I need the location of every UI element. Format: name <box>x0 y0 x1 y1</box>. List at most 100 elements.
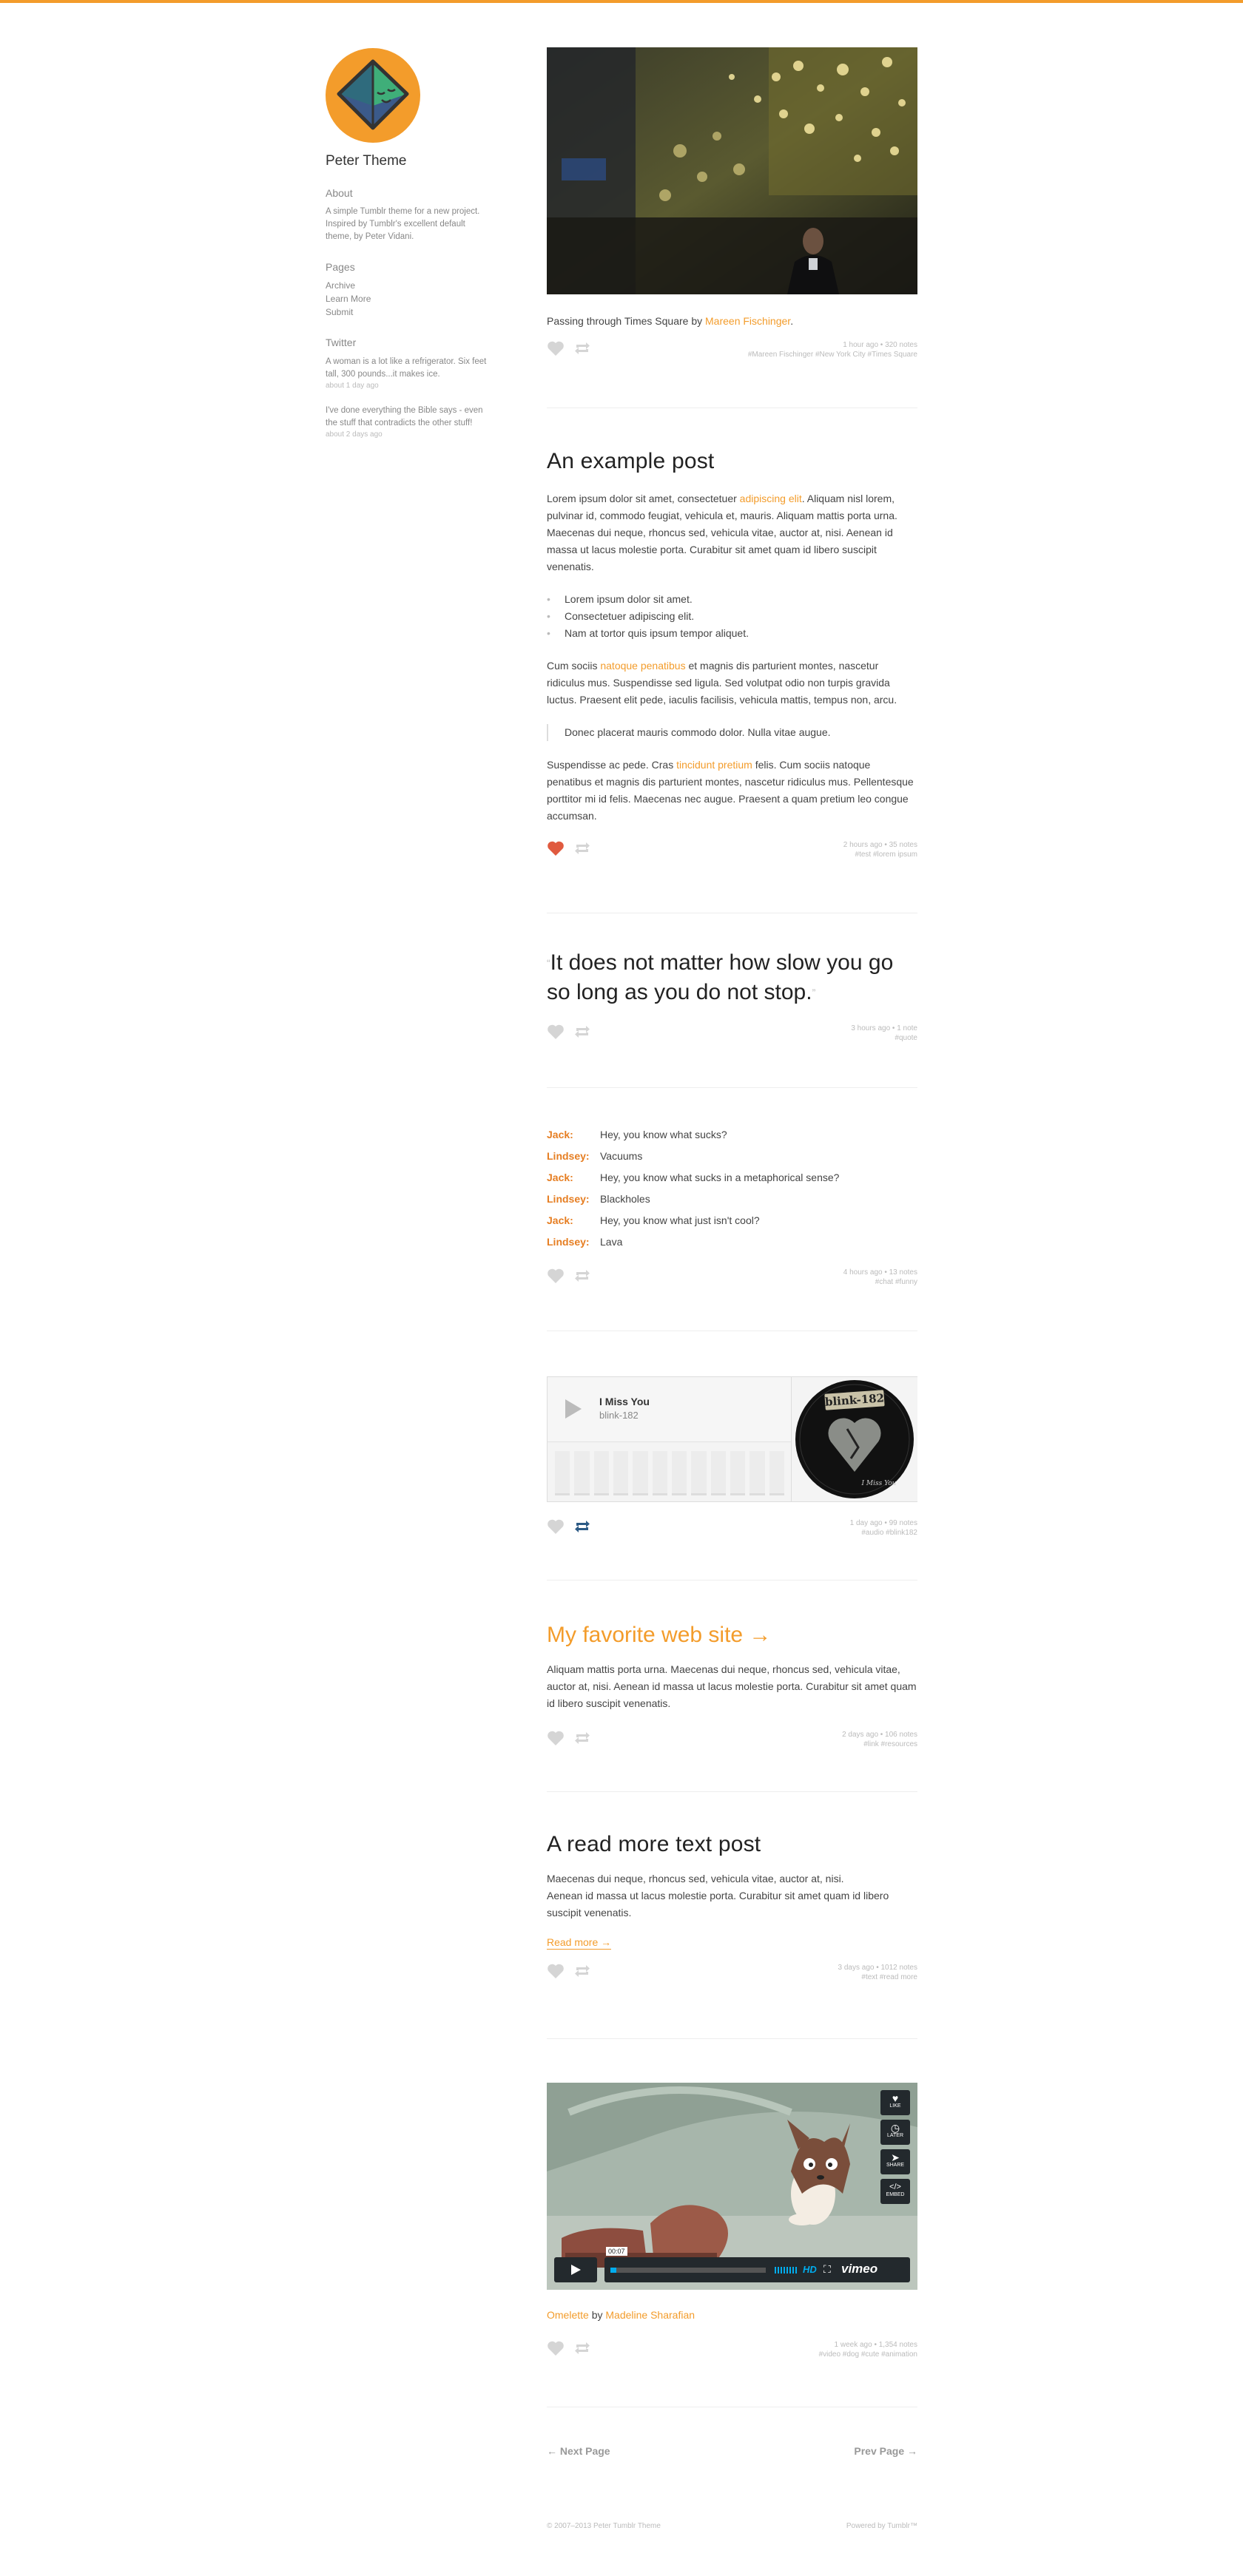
post-tags[interactable]: #text #read more <box>838 1972 917 1982</box>
like-heart-icon[interactable] <box>547 1518 565 1535</box>
paragraph: Aenean id massa ut lacus molestie porta.… <box>547 1890 889 1919</box>
post-title[interactable]: A read more text post <box>547 1832 917 1857</box>
hd-toggle[interactable]: HD <box>803 2264 817 2275</box>
bullet-list: Lorem ipsum dolor sit amet. Consectetuer… <box>547 591 917 642</box>
video-title-link[interactable]: Omelette <box>547 2309 589 2321</box>
chat-text: Blackholes <box>600 1193 650 1205</box>
audio-header: I Miss You blink-182 <box>548 1377 791 1442</box>
post-time-notes[interactable]: 3 hours ago • 1 note <box>851 1024 917 1033</box>
volume-icon[interactable] <box>775 2267 797 2274</box>
post-tags[interactable]: #Mareen Fischinger #New York City #Times… <box>748 350 917 359</box>
inline-link[interactable]: tincidunt pretium <box>676 759 752 771</box>
photo-post: Passing through Times Square by Mareen F… <box>547 47 917 365</box>
like-heart-icon[interactable] <box>547 840 565 856</box>
post-footer: 1 week ago • 1,354 notes #video #dog #cu… <box>547 2340 917 2365</box>
post-time-notes[interactable]: 1 hour ago • 320 notes <box>748 340 917 350</box>
page-link-learn-more[interactable]: Learn More <box>326 292 492 305</box>
video-player[interactable]: ♥ LIKE ◷ LATER ➤ SHARE </> EMBED 00:07 HD ⛶ … <box>547 2083 917 2290</box>
tweet-text: I've done everything the Bible says - ev… <box>326 406 483 427</box>
inline-link[interactable]: natoque penatibus <box>600 660 685 672</box>
post-meta: 2 days ago • 106 notes #link #resources <box>842 1730 917 1749</box>
like-heart-icon[interactable] <box>547 1963 565 1979</box>
page-link-submit[interactable]: Submit <box>326 305 492 319</box>
post-tags[interactable]: #video #dog #cute #animation <box>819 2350 917 2359</box>
read-more-post: A read more text post Maecenas dui neque… <box>547 1832 917 1988</box>
code-icon: </> <box>889 2183 901 2191</box>
link-title[interactable]: My favorite web site → <box>547 1623 917 1648</box>
vimeo-logo[interactable]: vimeo <box>841 2262 877 2276</box>
post-actions <box>547 340 591 356</box>
footer: © 2007–2013 Peter Tumblr Theme Powered b… <box>547 2522 917 2530</box>
video-timestamp: 00:07 <box>606 2247 627 2256</box>
vimeo-later-button[interactable]: ◷ LATER <box>880 2120 910 2145</box>
post-time-notes[interactable]: 2 days ago • 106 notes <box>842 1730 917 1740</box>
video-play-button[interactable] <box>554 2257 597 2282</box>
chat-speaker: Lindsey: <box>547 1236 590 1248</box>
video-control-bar: 00:07 HD ⛶ vimeo <box>604 2247 910 2282</box>
reblog-icon[interactable] <box>573 1731 591 1745</box>
post-time-notes[interactable]: 1 day ago • 99 notes <box>850 1518 917 1528</box>
chat-line: Lindsey: Vacuums <box>547 1146 917 1167</box>
read-more-link[interactable]: Read more → <box>547 1936 612 1950</box>
chat-line: Lindsey: Blackholes <box>547 1189 917 1210</box>
tweet-time[interactable]: about 2 days ago <box>326 430 492 440</box>
like-heart-icon[interactable] <box>547 1024 565 1040</box>
video-author-link[interactable]: Madeline Sharafian <box>605 2309 695 2321</box>
next-page-link[interactable]: ← Next Page <box>547 2445 610 2457</box>
reblog-icon[interactable] <box>573 1964 591 1978</box>
pages-heading: Pages <box>326 261 355 273</box>
post-time-notes[interactable]: 4 hours ago • 13 notes <box>843 1268 917 1277</box>
caption-text: by <box>588 2309 606 2321</box>
post-divider <box>547 1791 917 1792</box>
tweet-time[interactable]: about 1 day ago <box>326 381 492 391</box>
reblog-icon[interactable] <box>573 841 591 856</box>
like-heart-icon[interactable] <box>547 1730 565 1746</box>
post-divider <box>547 1087 917 1088</box>
audio-waveform[interactable] <box>555 1451 784 1495</box>
post-title[interactable]: An example post <box>547 449 917 474</box>
reblog-icon[interactable] <box>573 1024 591 1039</box>
post-meta: 1 week ago • 1,354 notes #video #dog #cu… <box>819 2340 917 2359</box>
vimeo-embed-button[interactable]: </> EMBED <box>880 2179 910 2204</box>
video-caption: Omelette by Madeline Sharafian <box>547 2309 917 2321</box>
post-photo[interactable] <box>547 47 917 294</box>
post-time-notes[interactable]: 1 week ago • 1,354 notes <box>819 2340 917 2350</box>
share-icon: ➤ <box>891 2151 900 2163</box>
post-time-notes[interactable]: 3 days ago • 1012 notes <box>838 1963 917 1972</box>
post-time-notes[interactable]: 2 hours ago • 35 notes <box>843 840 917 850</box>
vimeo-share-button[interactable]: ➤ SHARE <box>880 2149 910 2174</box>
chat-text: Hey, you know what just isn't cool? <box>600 1214 760 1226</box>
reblog-icon[interactable] <box>573 1519 591 1534</box>
post-tags[interactable]: #audio #blink182 <box>850 1528 917 1538</box>
prev-page-link[interactable]: Prev Page → <box>854 2445 917 2457</box>
copyright-text: © 2007–2013 Peter Tumblr Theme <box>547 2522 661 2530</box>
pages-list: Archive Learn More Submit <box>326 279 492 319</box>
post-divider <box>547 2038 917 2039</box>
post-tags[interactable]: #test #lorem ipsum <box>843 850 917 859</box>
link-post: My favorite web site → Aliquam mattis po… <box>547 1623 917 1755</box>
blog-title[interactable]: Peter Theme <box>326 153 492 169</box>
fullscreen-icon[interactable]: ⛶ <box>823 2263 831 2276</box>
clock-icon: ◷ <box>890 2122 900 2134</box>
like-heart-icon[interactable] <box>547 340 565 356</box>
chat-speaker: Jack: <box>547 1172 573 1183</box>
like-heart-icon[interactable] <box>547 2340 565 2356</box>
post-meta: 2 hours ago • 35 notes #test #lorem ipsu… <box>843 840 917 859</box>
reblog-icon[interactable] <box>573 341 591 356</box>
reblog-icon[interactable] <box>573 2341 591 2356</box>
post-actions <box>547 1518 591 1535</box>
post-tags[interactable]: #chat #funny <box>843 1277 917 1287</box>
inline-link[interactable]: adipiscing elit <box>740 493 802 504</box>
post-tags[interactable]: #link #resources <box>842 1740 917 1749</box>
play-icon[interactable] <box>565 1399 582 1419</box>
video-progress-track[interactable] <box>610 2268 766 2273</box>
avatar[interactable] <box>326 48 420 143</box>
like-heart-icon[interactable] <box>547 1268 565 1284</box>
post-tags[interactable]: #quote <box>851 1033 917 1043</box>
photographer-link[interactable]: Mareen Fischinger <box>705 315 790 327</box>
page-link-archive[interactable]: Archive <box>326 279 492 292</box>
chat-speaker: Jack: <box>547 1129 573 1140</box>
vimeo-like-button[interactable]: ♥ LIKE <box>880 2090 910 2115</box>
reblog-icon[interactable] <box>573 1268 591 1283</box>
powered-by-link[interactable]: Powered by Tumblr™ <box>846 2522 917 2530</box>
